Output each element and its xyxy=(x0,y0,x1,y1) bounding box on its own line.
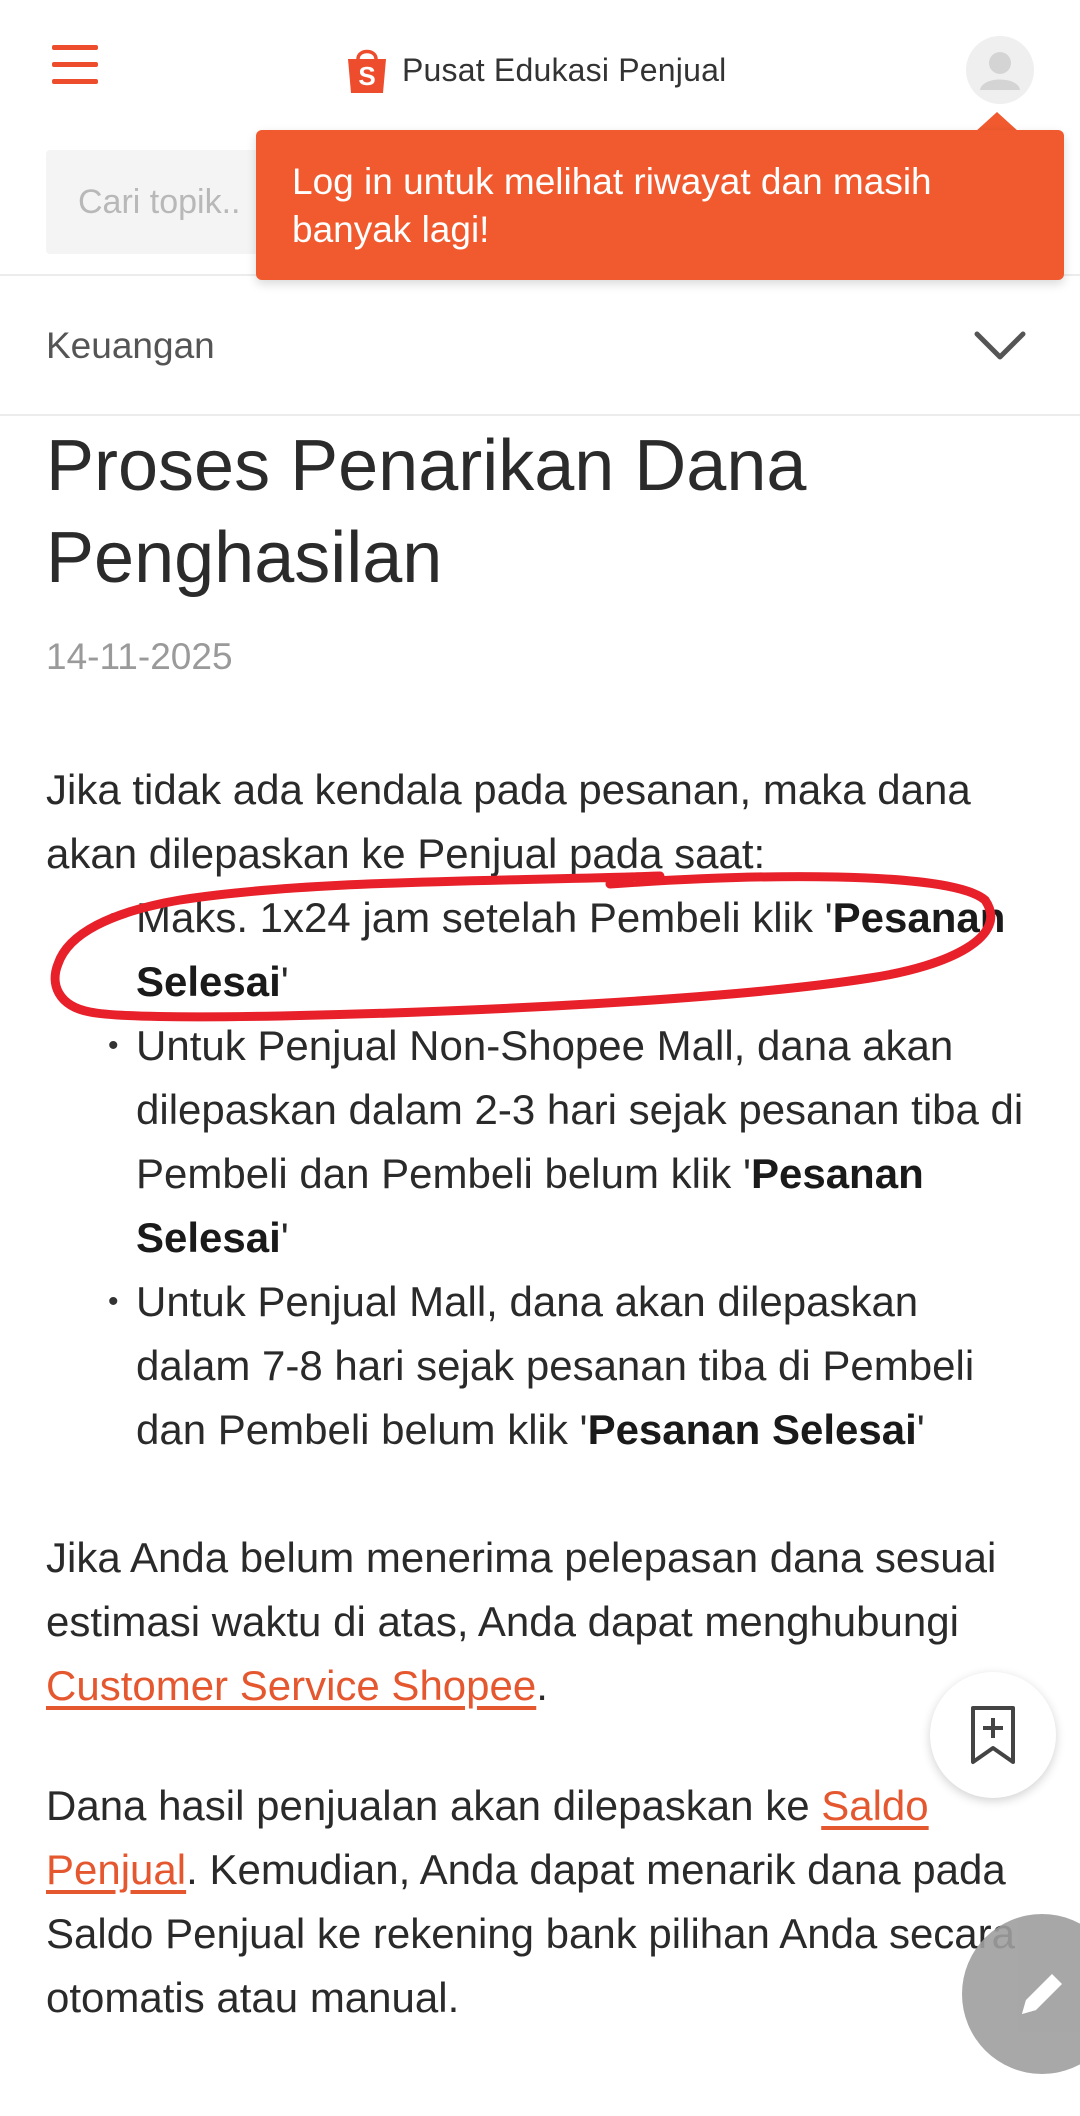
chevron-down-icon[interactable] xyxy=(974,330,1026,362)
category-label: Keuangan xyxy=(46,325,215,366)
article-intro: Jika tidak ada kendala pada pesanan, mak… xyxy=(46,766,971,877)
article: Proses Penarikan Dana Penghasilan 14-11-… xyxy=(46,420,1036,2030)
release-conditions-list: Maks. 1x24 jam setelah Pembeli klik 'Pes… xyxy=(108,886,1036,1462)
bookmark-button[interactable] xyxy=(930,1672,1056,1798)
list-item: Untuk Penjual Mall, dana akan dilepaskan… xyxy=(108,1270,1036,1462)
article-date: 14-11-2025 xyxy=(46,636,233,677)
balance-paragraph: Dana hasil penjualan akan dilepaskan ke … xyxy=(46,1782,1016,2021)
svg-text:S: S xyxy=(358,61,375,91)
menu-icon[interactable] xyxy=(52,45,102,91)
tooltip-text: Log in untuk melihat riwayat dan masih b… xyxy=(292,161,932,250)
brand-title: Pusat Edukasi Penjual xyxy=(402,51,727,88)
customer-service-link[interactable]: Customer Service Shopee xyxy=(46,1662,536,1709)
article-title: Proses Penarikan Dana Penghasilan xyxy=(46,426,807,598)
login-tooltip[interactable]: Log in untuk melihat riwayat dan masih b… xyxy=(256,130,1064,280)
list-item: Untuk Penjual Non-Shopee Mall, dana akan… xyxy=(108,1014,1036,1270)
pencil-icon xyxy=(1022,1974,1062,2014)
tooltip-arrow xyxy=(975,112,1019,132)
contact-paragraph: Jika Anda belum menerima pelepasan dana … xyxy=(46,1534,997,1709)
list-item: Maks. 1x24 jam setelah Pembeli klik 'Pes… xyxy=(108,886,1036,1014)
user-avatar-icon[interactable] xyxy=(966,36,1034,104)
bookmark-add-icon xyxy=(971,1706,1015,1764)
category-dropdown[interactable]: Keuangan xyxy=(0,278,1080,416)
brand[interactable]: S Pusat Edukasi Penjual xyxy=(346,40,726,100)
shopee-bag-icon: S xyxy=(348,49,386,93)
